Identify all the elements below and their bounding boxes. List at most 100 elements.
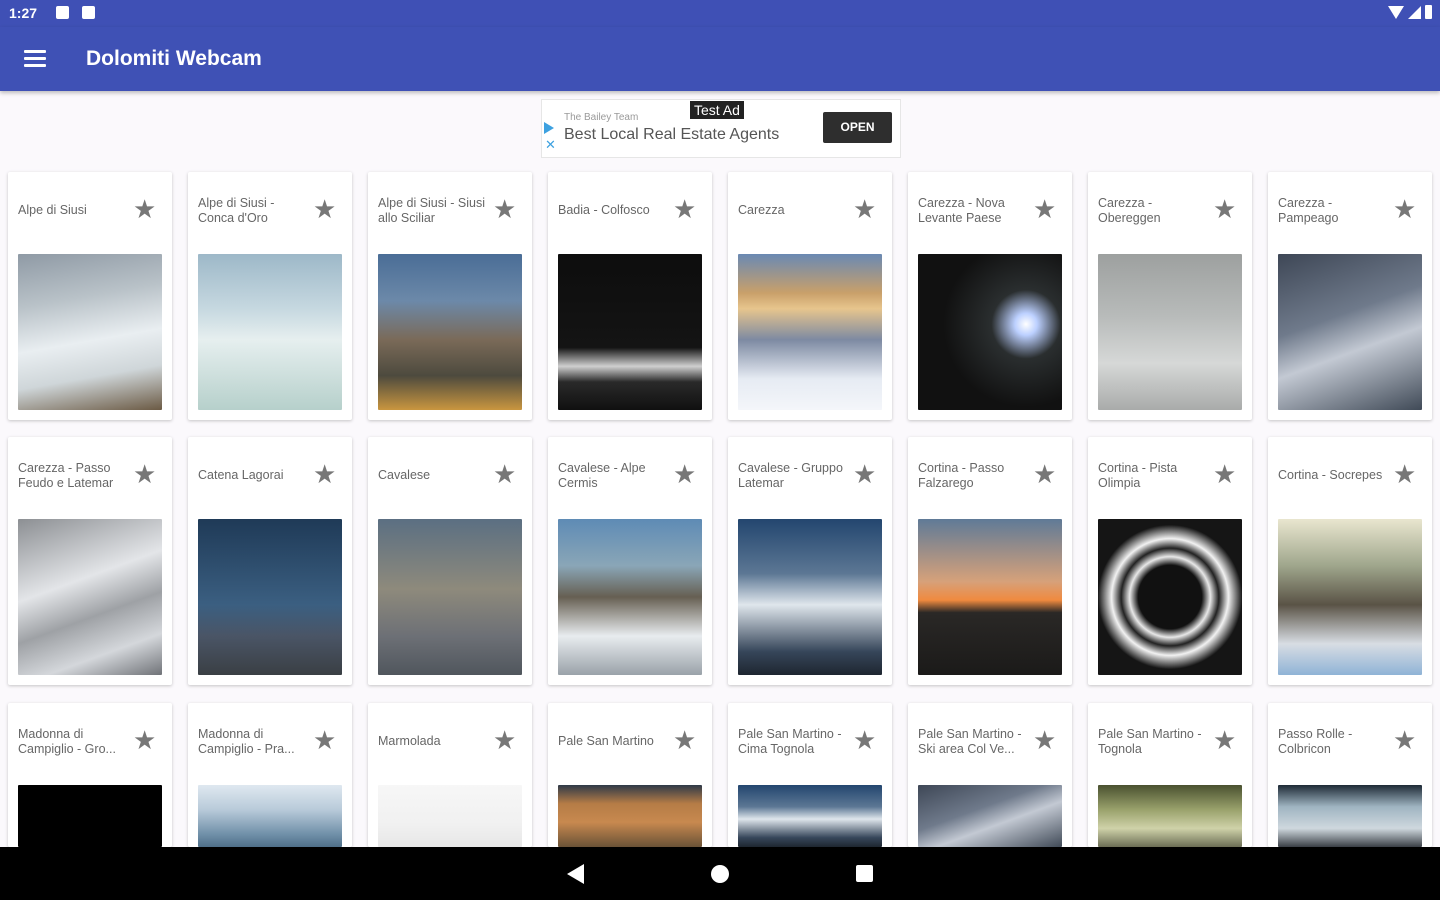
webcam-name: Carezza - Obereggen <box>1098 195 1161 226</box>
webcam-name: Pale San Martino - Ski area Col Ve... <box>918 726 1022 757</box>
webcam-thumbnail[interactable] <box>18 785 162 847</box>
webcam-name: Cavalese <box>378 468 431 483</box>
webcam-thumbnail[interactable] <box>918 785 1062 847</box>
webcam-thumbnail[interactable] <box>198 519 342 675</box>
webcam-card[interactable]: Pale San Martino - Cima Tognola ★ <box>728 703 892 847</box>
webcam-grid: Alpe di Siusi ★ Alpe di Siusi - Conca d'Or… <box>0 0 1440 900</box>
webcam-thumbnail[interactable] <box>1098 254 1242 410</box>
webcam-thumbnail[interactable] <box>378 254 522 410</box>
star-icon[interactable]: ★ <box>133 457 156 491</box>
star-icon[interactable]: ★ <box>673 457 696 491</box>
star-icon[interactable]: ★ <box>313 723 336 757</box>
webcam-card[interactable]: Marmolada ★ <box>368 703 532 847</box>
webcam-card[interactable]: Catena Lagorai ★ <box>188 437 352 685</box>
webcam-thumbnail[interactable] <box>198 254 342 410</box>
star-icon[interactable]: ★ <box>853 192 876 226</box>
webcam-name: Pale San Martino <box>558 734 654 749</box>
webcam-name: Alpe di Siusi - Siusi allo Sciliar <box>378 195 485 226</box>
webcam-card[interactable]: Cavalese - Gruppo Latemar ★ <box>728 437 892 685</box>
navigation-bar <box>0 847 1440 900</box>
star-icon[interactable]: ★ <box>673 192 696 226</box>
webcam-card[interactable]: Carezza - Nova Levante Paese ★ <box>908 172 1072 420</box>
webcam-name: Cavalese - Gruppo Latemar <box>738 460 843 491</box>
webcam-card[interactable]: Madonna di Campiglio - Pra... ★ <box>188 703 352 847</box>
star-icon[interactable]: ★ <box>1213 723 1236 757</box>
star-icon[interactable]: ★ <box>133 192 156 226</box>
webcam-thumbnail[interactable] <box>1098 519 1242 675</box>
webcam-card[interactable]: Pale San Martino - Tognola ★ <box>1088 703 1252 847</box>
webcam-name: Alpe di Siusi - Conca d'Oro <box>198 195 275 226</box>
webcam-name: Cortina - Passo Falzarego <box>918 460 1005 491</box>
webcam-card[interactable]: Cortina - Socrepes ★ <box>1268 437 1432 685</box>
home-icon[interactable] <box>711 865 729 883</box>
back-icon[interactable] <box>567 864 584 884</box>
webcam-thumbnail[interactable] <box>18 519 162 675</box>
webcam-thumbnail[interactable] <box>378 519 522 675</box>
webcam-card[interactable]: Pale San Martino - Ski area Col Ve... ★ <box>908 703 1072 847</box>
webcam-thumbnail[interactable] <box>1278 254 1422 410</box>
webcam-card[interactable]: Pale San Martino ★ <box>548 703 712 847</box>
webcam-card[interactable]: Cortina - Passo Falzarego ★ <box>908 437 1072 685</box>
webcam-card[interactable]: Alpe di Siusi - Conca d'Oro ★ <box>188 172 352 420</box>
webcam-thumbnail[interactable] <box>1278 519 1422 675</box>
webcam-name: Marmolada <box>378 734 441 749</box>
webcam-thumbnail[interactable] <box>18 254 162 410</box>
webcam-name: Alpe di Siusi <box>18 203 87 218</box>
star-icon[interactable]: ★ <box>1213 457 1236 491</box>
star-icon[interactable]: ★ <box>493 723 516 757</box>
webcam-card[interactable]: Badia - Colfosco ★ <box>548 172 712 420</box>
star-icon[interactable]: ★ <box>133 723 156 757</box>
webcam-thumbnail[interactable] <box>1098 785 1242 847</box>
webcam-name: Carezza - Pampeago <box>1278 195 1339 226</box>
star-icon[interactable]: ★ <box>853 457 876 491</box>
star-icon[interactable]: ★ <box>1213 192 1236 226</box>
webcam-thumbnail[interactable] <box>558 519 702 675</box>
recents-icon[interactable] <box>856 865 873 882</box>
star-icon[interactable]: ★ <box>1033 723 1056 757</box>
webcam-card[interactable]: Madonna di Campiglio - Gro... ★ <box>8 703 172 847</box>
star-icon[interactable]: ★ <box>493 192 516 226</box>
webcam-thumbnail[interactable] <box>918 519 1062 675</box>
webcam-name: Carezza <box>738 203 785 218</box>
webcam-thumbnail[interactable] <box>558 254 702 410</box>
webcam-card[interactable]: Carezza ★ <box>728 172 892 420</box>
star-icon[interactable]: ★ <box>1033 192 1056 226</box>
webcam-card[interactable]: Passo Rolle - Colbricon ★ <box>1268 703 1432 847</box>
star-icon[interactable]: ★ <box>493 457 516 491</box>
webcam-card[interactable]: Carezza - Obereggen ★ <box>1088 172 1252 420</box>
webcam-name: Pale San Martino - Tognola <box>1098 726 1202 757</box>
webcam-name: Cortina - Pista Olimpia <box>1098 460 1178 491</box>
star-icon[interactable]: ★ <box>1393 457 1416 491</box>
webcam-name: Pale San Martino - Cima Tognola <box>738 726 842 757</box>
star-icon[interactable]: ★ <box>313 457 336 491</box>
star-icon[interactable]: ★ <box>313 192 336 226</box>
webcam-card[interactable]: Cavalese ★ <box>368 437 532 685</box>
webcam-card[interactable]: Alpe di Siusi ★ <box>8 172 172 420</box>
star-icon[interactable]: ★ <box>1393 192 1416 226</box>
webcam-thumbnail[interactable] <box>1278 785 1422 847</box>
webcam-card[interactable]: Alpe di Siusi - Siusi allo Sciliar ★ <box>368 172 532 420</box>
webcam-name: Catena Lagorai <box>198 468 284 483</box>
webcam-name: Cortina - Socrepes <box>1278 468 1383 483</box>
webcam-card[interactable]: Cortina - Pista Olimpia ★ <box>1088 437 1252 685</box>
webcam-thumbnail[interactable] <box>738 254 882 410</box>
webcam-name: Madonna di Campiglio - Gro... <box>18 726 116 757</box>
webcam-card[interactable]: Carezza - Passo Feudo e Latemar ★ <box>8 437 172 685</box>
webcam-name: Cavalese - Alpe Cermis <box>558 460 646 491</box>
webcam-card[interactable]: Cavalese - Alpe Cermis ★ <box>548 437 712 685</box>
webcam-thumbnail[interactable] <box>738 785 882 847</box>
star-icon[interactable]: ★ <box>853 723 876 757</box>
webcam-thumbnail[interactable] <box>738 519 882 675</box>
webcam-thumbnail[interactable] <box>198 785 342 847</box>
webcam-thumbnail[interactable] <box>378 785 522 847</box>
star-icon[interactable]: ★ <box>673 723 696 757</box>
webcam-card[interactable]: Carezza - Pampeago ★ <box>1268 172 1432 420</box>
webcam-name: Carezza - Nova Levante Paese <box>918 195 1005 226</box>
webcam-name: Carezza - Passo Feudo e Latemar <box>18 460 114 491</box>
webcam-thumbnail[interactable] <box>918 254 1062 410</box>
star-icon[interactable]: ★ <box>1393 723 1416 757</box>
webcam-name: Madonna di Campiglio - Pra... <box>198 726 295 757</box>
star-icon[interactable]: ★ <box>1033 457 1056 491</box>
webcam-thumbnail[interactable] <box>558 785 702 847</box>
webcam-name: Badia - Colfosco <box>558 203 650 218</box>
